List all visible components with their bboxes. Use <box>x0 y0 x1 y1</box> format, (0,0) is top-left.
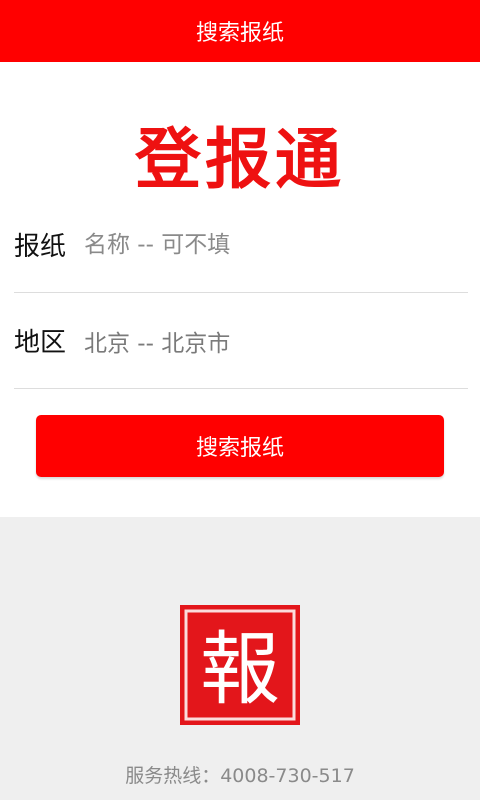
search-newspaper-button[interactable]: 搜索报纸 <box>36 415 444 477</box>
newspaper-name-input[interactable] <box>84 231 454 258</box>
search-panel: 登报通 报纸 地区 北京 -- 北京市 搜索报纸 <box>0 62 480 517</box>
region-field-row[interactable]: 地区 北京 -- 北京市 <box>14 293 468 389</box>
newspaper-seal-logo: 報 <box>180 605 300 725</box>
seal-character: 報 <box>200 623 280 716</box>
page-title: 搜索报纸 <box>195 21 284 46</box>
region-selector[interactable]: 北京 -- 北京市 <box>84 324 230 358</box>
footer: 報 服务热线：4008-730-517 <box>0 517 480 800</box>
service-hotline: 服务热线：4008-730-517 <box>0 761 480 788</box>
newspaper-label: 报纸 <box>14 232 67 262</box>
hotline-label: 服务热线： <box>125 765 221 787</box>
brand-title: 登报通 <box>135 121 345 198</box>
top-bar: 搜索报纸 <box>0 0 480 62</box>
newspaper-field-row: 报纸 <box>14 197 468 293</box>
hotline-number[interactable]: 4008-730-517 <box>220 765 355 787</box>
search-button-label: 搜索报纸 <box>195 436 284 461</box>
region-label: 地区 <box>14 328 67 358</box>
